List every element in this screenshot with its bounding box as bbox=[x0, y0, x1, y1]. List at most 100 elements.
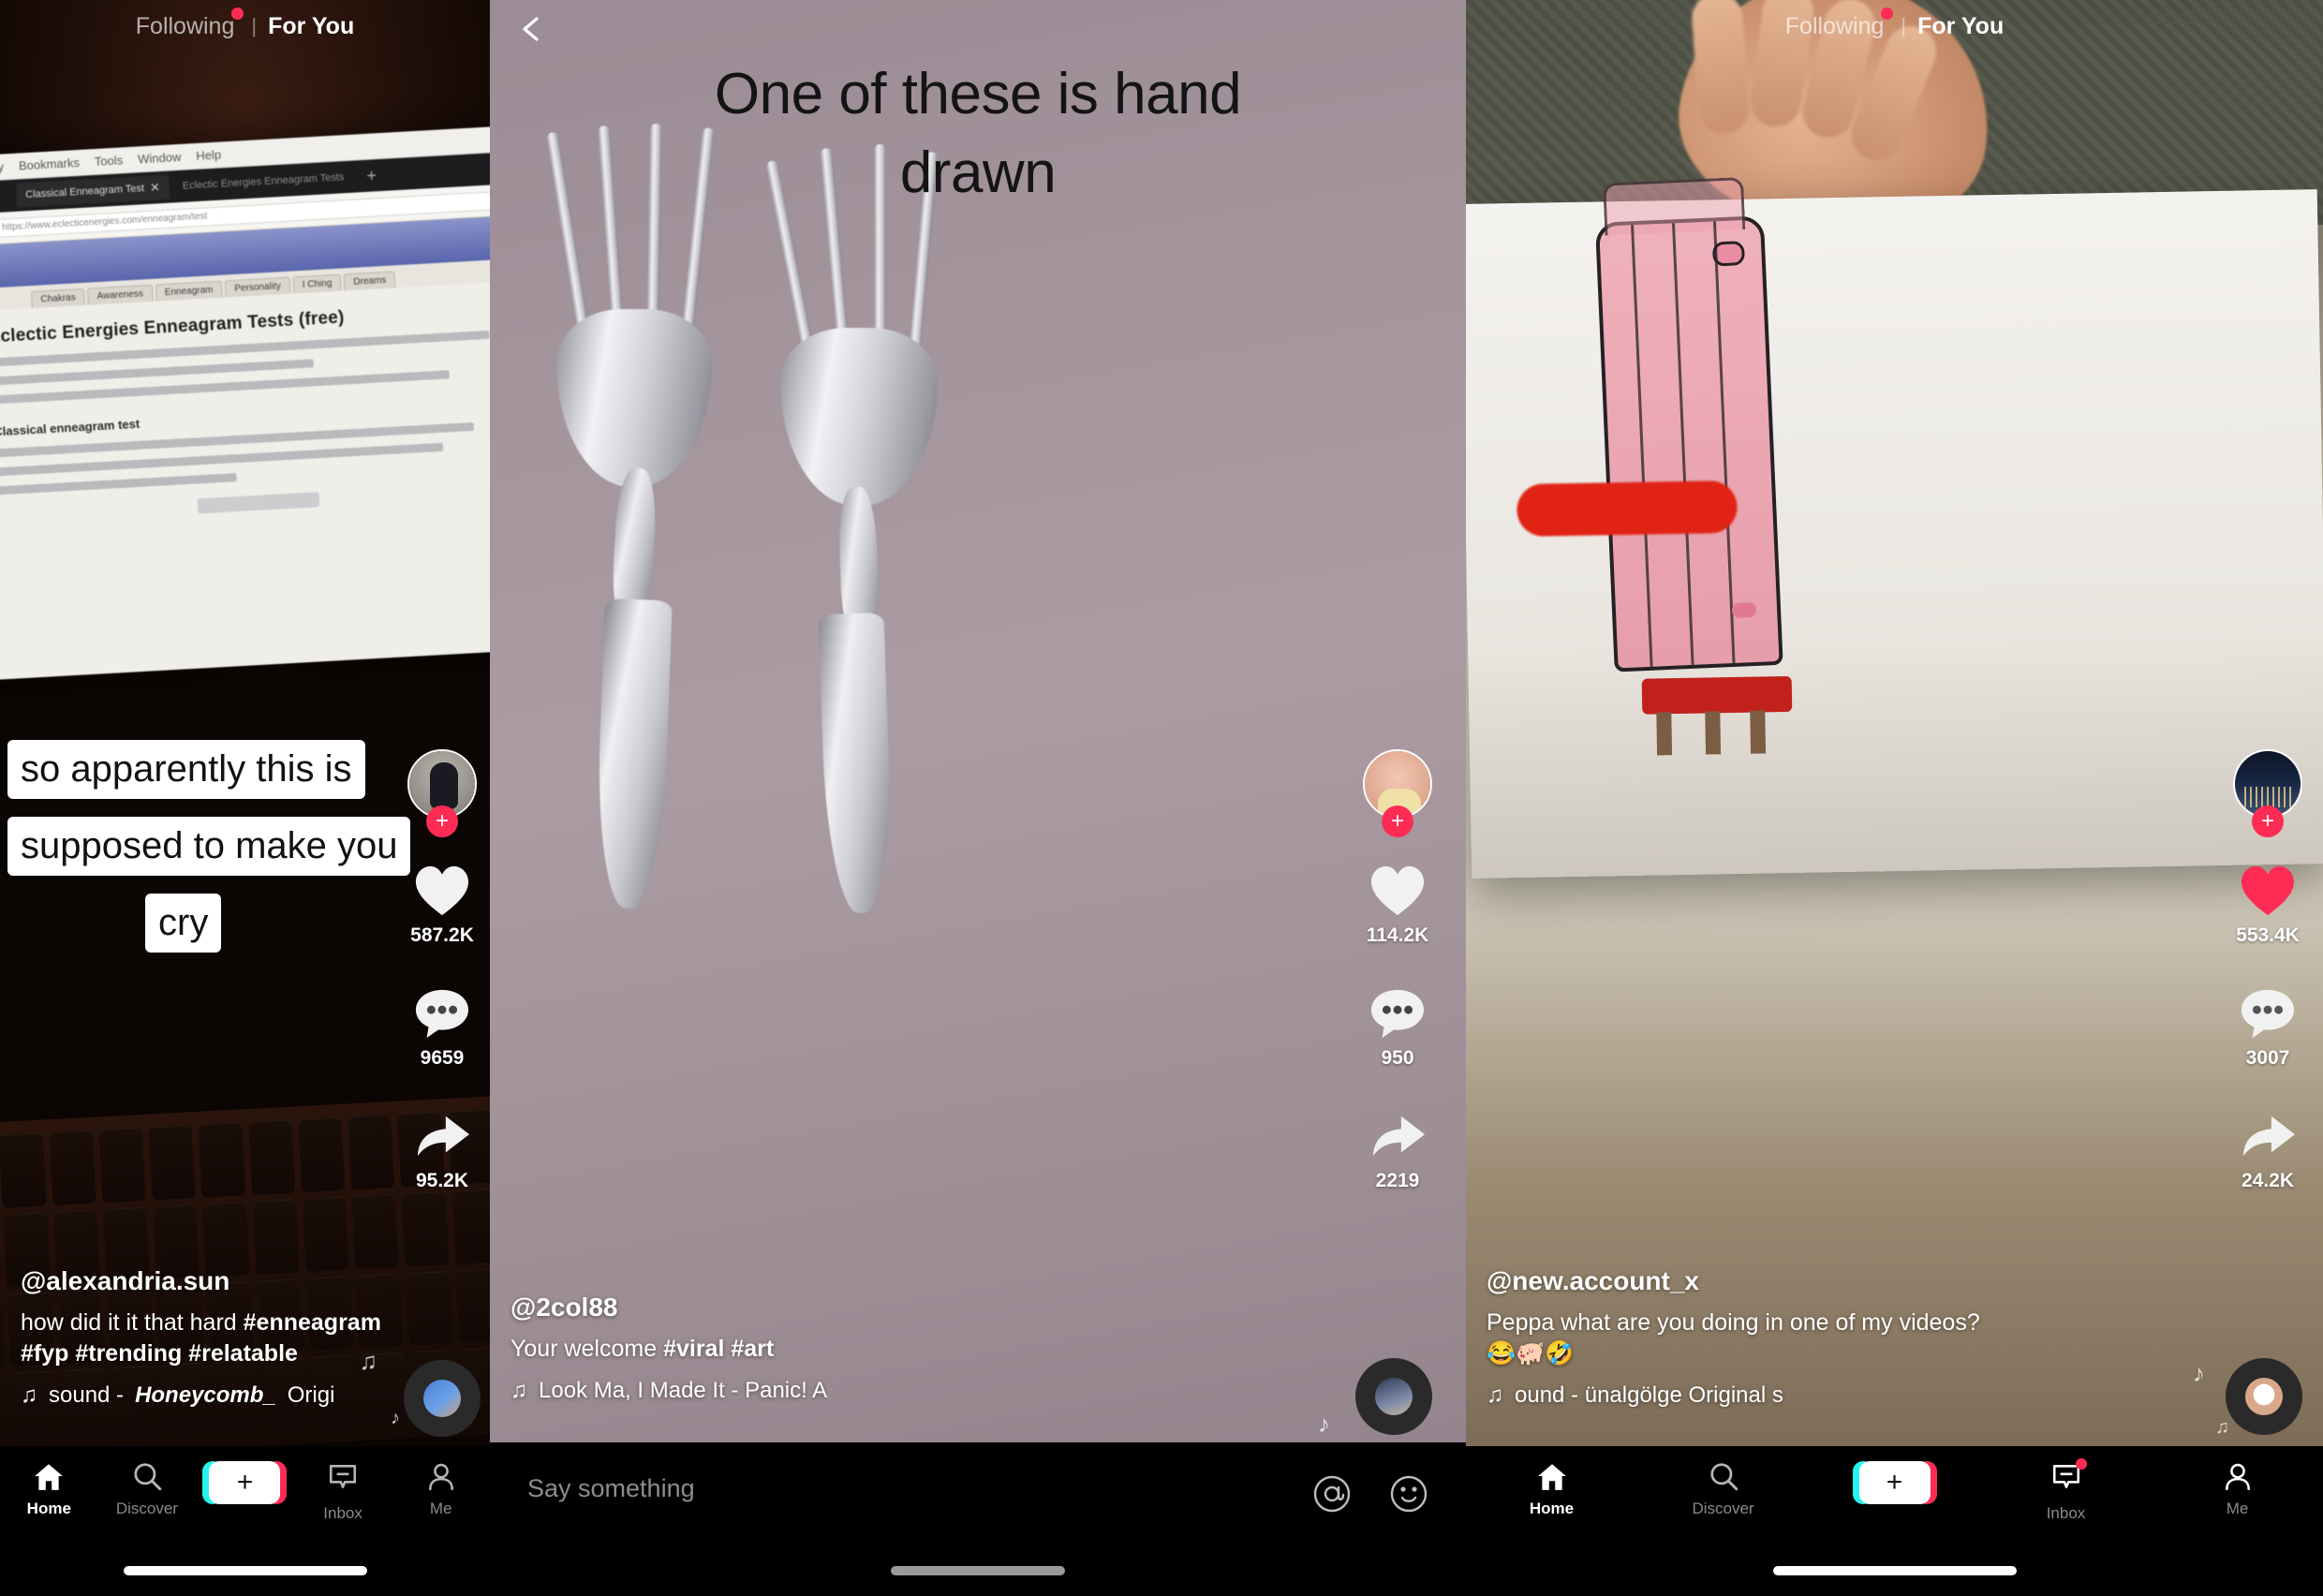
music-row[interactable]: ♫ sound - Honeycomb_ Origi bbox=[21, 1382, 403, 1409]
follow-button[interactable]: + bbox=[426, 805, 458, 837]
sidebar-item-discover[interactable]: Discover bbox=[98, 1461, 197, 1518]
video-text-sticker-line2: supposed to make you bbox=[7, 817, 411, 877]
comment-button[interactable]: 3007 bbox=[2239, 986, 2297, 1070]
music-label: sound - bbox=[49, 1382, 125, 1408]
action-rail-right: + 553.4K 3007 24.2K bbox=[2233, 749, 2302, 1192]
sidebar-item-me[interactable]: Me bbox=[2152, 1461, 2323, 1518]
sidebar-item-create[interactable]: + bbox=[196, 1461, 294, 1504]
share-arrow-icon bbox=[417, 1116, 469, 1157]
browser-tab-active[interactable]: Classical Enneagram Test ✕ bbox=[15, 174, 170, 208]
music-note-icon: ♫ bbox=[1487, 1382, 1503, 1408]
comment-input[interactable]: Say something bbox=[527, 1474, 1312, 1503]
heart-icon bbox=[2241, 865, 2295, 916]
panel-middle: One of these is hand drawn + 114.2K 950 … bbox=[490, 0, 1466, 1596]
heart-icon bbox=[415, 865, 469, 916]
tab-label: Inbox bbox=[323, 1504, 363, 1522]
create-plus-icon[interactable]: + bbox=[202, 1461, 288, 1504]
home-indicator bbox=[891, 1566, 1065, 1575]
peppa-leg bbox=[1750, 710, 1767, 754]
like-button[interactable]: 553.4K bbox=[2236, 864, 2300, 947]
panel-left: History Bookmarks Tools Window Help Clas… bbox=[0, 0, 490, 1596]
nav-divider: | bbox=[251, 14, 258, 37]
search-icon bbox=[134, 1463, 162, 1491]
menu-help: Help bbox=[195, 147, 222, 163]
sidebar-item-home[interactable]: Home bbox=[0, 1461, 98, 1518]
sidebar-item-discover[interactable]: Discover bbox=[1637, 1461, 1809, 1518]
sidebar-item-create[interactable]: + bbox=[1809, 1461, 1980, 1504]
username[interactable]: @new.account_x bbox=[1487, 1266, 1980, 1296]
tab-label: Inbox bbox=[2046, 1504, 2086, 1522]
close-icon[interactable]: ✕ bbox=[150, 180, 161, 196]
peppa-tail bbox=[1731, 601, 1757, 618]
like-count: 587.2K bbox=[410, 924, 474, 946]
video-text-sticker-line1: so apparently this is bbox=[7, 740, 365, 800]
tab-following-label: Following bbox=[135, 12, 235, 39]
description-emojis: 😂🐖🤣 bbox=[1487, 1340, 1575, 1367]
create-plus-icon[interactable]: + bbox=[1852, 1461, 1937, 1504]
username[interactable]: @2col88 bbox=[510, 1293, 827, 1323]
music-row[interactable]: ♫ ound - ünalgölge Original s bbox=[1487, 1382, 1980, 1409]
menu-history: History bbox=[0, 159, 5, 176]
share-button[interactable]: 2219 bbox=[1369, 1109, 1427, 1192]
follow-button[interactable]: + bbox=[2252, 805, 2284, 837]
music-disc-left[interactable] bbox=[404, 1360, 481, 1437]
caption-block-left: @alexandria.sun how did it it that hard … bbox=[21, 1266, 403, 1409]
home-indicator bbox=[123, 1566, 367, 1575]
music-note-icon: ♫ bbox=[510, 1378, 527, 1403]
music-row[interactable]: ♫ Look Ma, I Made It - Panic! A bbox=[510, 1378, 827, 1404]
video-surface-left[interactable]: History Bookmarks Tools Window Help Clas… bbox=[0, 0, 490, 1446]
music-disc-cover bbox=[1375, 1378, 1413, 1415]
create-wrap: + bbox=[202, 1461, 288, 1504]
laptop-browser-window: History Bookmarks Tools Window Help Clas… bbox=[0, 125, 490, 681]
fork-left bbox=[541, 123, 757, 910]
red-marker-stroke bbox=[1517, 480, 1738, 538]
like-count: 553.4K bbox=[2236, 924, 2300, 946]
tab-for-you[interactable]: For You bbox=[268, 13, 354, 40]
music-disc-middle[interactable] bbox=[1355, 1358, 1432, 1435]
site-tab-chakras[interactable]: Chakras bbox=[30, 288, 86, 309]
inbox-icon bbox=[330, 1465, 357, 1488]
site-tab-iching[interactable]: I Ching bbox=[292, 273, 342, 294]
video-surface-right[interactable] bbox=[1466, 0, 2323, 1446]
hashtags[interactable]: #viral #art bbox=[663, 1336, 774, 1362]
enneagram-test-button[interactable] bbox=[197, 492, 320, 514]
music-note-floating-icon: ♪ bbox=[2193, 1359, 2205, 1387]
heart-icon bbox=[1370, 865, 1425, 916]
panel-right: Following | For You + 553.4K 3007 24.2K … bbox=[1466, 0, 2323, 1596]
new-tab-icon[interactable]: + bbox=[366, 166, 377, 186]
sidebar-item-me[interactable]: Me bbox=[392, 1461, 490, 1518]
peppa-shoes bbox=[1641, 675, 1793, 715]
sidebar-item-inbox[interactable]: Inbox bbox=[294, 1461, 392, 1523]
back-button[interactable] bbox=[516, 13, 548, 45]
username[interactable]: @alexandria.sun bbox=[21, 1266, 403, 1296]
share-button[interactable]: 24.2K bbox=[2239, 1109, 2297, 1192]
follow-button[interactable]: + bbox=[1382, 805, 1413, 837]
tab-following[interactable]: Following bbox=[1784, 7, 1894, 40]
comment-button[interactable]: 950 bbox=[1369, 986, 1427, 1070]
site-tab-personality[interactable]: Personality bbox=[224, 276, 291, 298]
tab-for-you[interactable]: For You bbox=[1917, 13, 2004, 40]
home-indicator bbox=[1772, 1566, 2017, 1575]
music-disc-right[interactable] bbox=[2226, 1358, 2302, 1435]
music-note-floating-icon: ♫ bbox=[359, 1347, 378, 1375]
tab-following-label: Following bbox=[1784, 12, 1885, 39]
home-icon bbox=[1537, 1464, 1566, 1490]
music-label: Look Ma, I Made It - Panic! A bbox=[539, 1378, 828, 1403]
tab-following[interactable]: Following bbox=[135, 7, 244, 40]
mention-at-icon[interactable] bbox=[1312, 1474, 1352, 1514]
music-disc-cover bbox=[2245, 1378, 2283, 1415]
overlay-line2: drawn bbox=[899, 140, 1057, 205]
like-button[interactable]: 114.2K bbox=[1367, 864, 1428, 947]
notification-dot-icon bbox=[231, 7, 244, 20]
sidebar-item-home[interactable]: Home bbox=[1466, 1461, 1637, 1518]
site-tab-dreams[interactable]: Dreams bbox=[343, 271, 396, 291]
tab-label: Discover bbox=[1692, 1500, 1754, 1517]
emoji-smiley-icon[interactable] bbox=[1389, 1474, 1428, 1514]
notification-dot-icon bbox=[1881, 7, 1894, 20]
sidebar-item-inbox[interactable]: Inbox bbox=[1980, 1458, 2152, 1523]
peppa-leg bbox=[1705, 711, 1722, 755]
share-button[interactable]: 95.2K bbox=[413, 1109, 471, 1192]
comment-bubble-icon bbox=[415, 989, 469, 1039]
comment-button[interactable]: 9659 bbox=[413, 986, 471, 1070]
like-button[interactable]: 587.2K bbox=[410, 864, 474, 947]
